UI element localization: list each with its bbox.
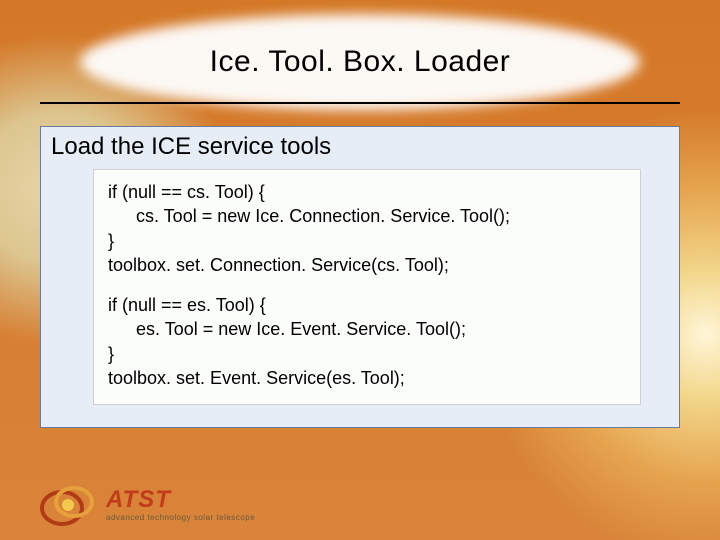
code-card: if (null == cs. Tool) { cs. Tool = new I… [93, 169, 641, 405]
slide-title: Ice. Tool. Box. Loader [210, 45, 511, 79]
logo-area: ATST advanced technology solar telescope [40, 484, 255, 526]
code-line: toolbox. set. Event. Service(es. Tool); [108, 366, 626, 390]
atst-logo-icon [40, 484, 96, 526]
logo-text: ATST advanced technology solar telescope [106, 488, 255, 522]
code-block-2: if (null == es. Tool) { es. Tool = new I… [108, 293, 626, 390]
code-line: if (null == cs. Tool) { [108, 180, 626, 204]
code-line: es. Tool = new Ice. Event. Service. Tool… [108, 317, 626, 341]
content-panel: Load the ICE service tools if (null == c… [40, 126, 680, 428]
title-band: Ice. Tool. Box. Loader [0, 14, 720, 110]
logo-main-text: ATST [106, 488, 255, 512]
code-line: toolbox. set. Connection. Service(cs. To… [108, 253, 626, 277]
code-line: if (null == es. Tool) { [108, 293, 626, 317]
panel-heading: Load the ICE service tools [51, 133, 669, 161]
logo-sub-text: advanced technology solar telescope [106, 514, 255, 522]
code-block-1: if (null == cs. Tool) { cs. Tool = new I… [108, 180, 626, 277]
code-line: cs. Tool = new Ice. Connection. Service.… [108, 204, 626, 228]
code-line: } [108, 342, 626, 366]
title-underline [40, 102, 680, 104]
code-line: } [108, 229, 626, 253]
